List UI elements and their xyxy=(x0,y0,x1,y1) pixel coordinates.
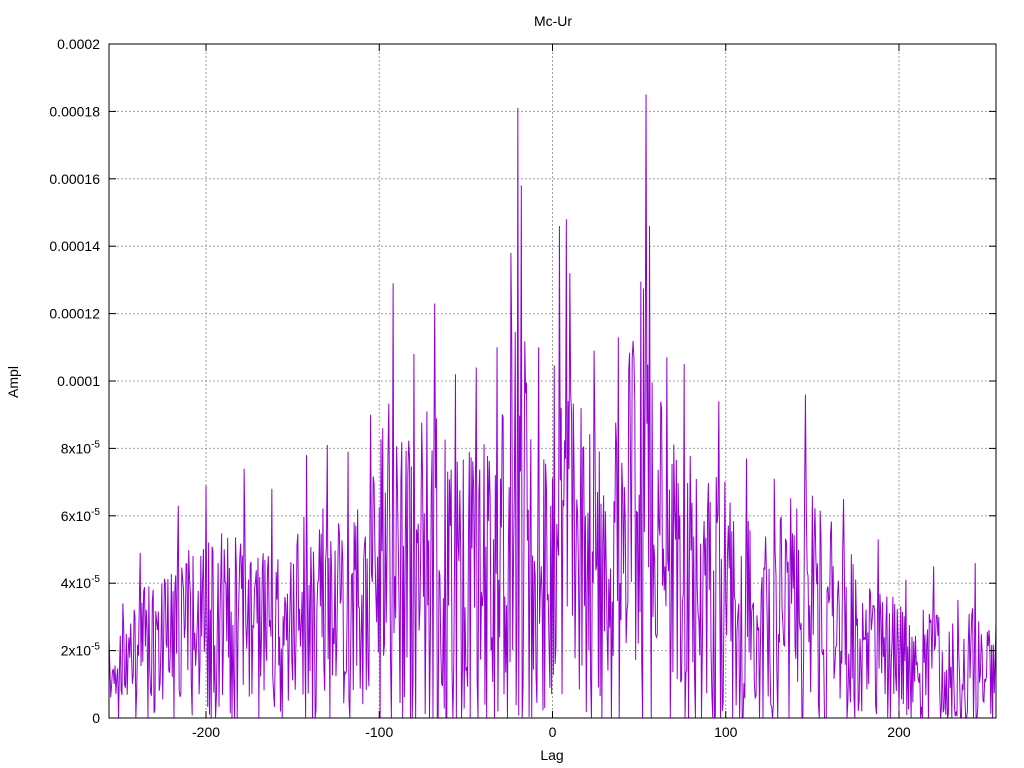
y-tick-label: 0.0002 xyxy=(57,36,100,52)
y-tick-label: 6x10-5 xyxy=(61,507,101,524)
y-tick-label: 0.00012 xyxy=(49,306,100,322)
y-tick-label: 2x10-5 xyxy=(61,642,101,659)
y-tick-label: 0.00016 xyxy=(49,171,100,187)
x-tick-label: 200 xyxy=(887,724,911,740)
x-tick-label: -100 xyxy=(365,724,393,740)
y-tick-label: 0.00014 xyxy=(49,238,100,254)
y-tick-label: 4x10-5 xyxy=(61,574,101,591)
y-tick-label: 0 xyxy=(92,710,100,726)
x-axis-label: Lag xyxy=(540,747,563,763)
chart-title: Mc-Ur xyxy=(534,13,572,29)
y-axis-label: Ampl xyxy=(5,366,21,398)
chart-svg: -200 -100 0 100 200 0 2x10-5 4x10-5 6x10-5 8x10-… xyxy=(5,13,997,763)
x-tick-label: -200 xyxy=(192,724,220,740)
x-tick-label: 100 xyxy=(714,724,738,740)
y-tick-label: 0.0001 xyxy=(57,373,100,389)
x-tick-label: 0 xyxy=(549,724,557,740)
x-tick-labels: -200 -100 0 100 200 xyxy=(192,724,911,740)
y-tick-label: 8x10-5 xyxy=(61,439,101,456)
y-tick-labels: 0 2x10-5 4x10-5 6x10-5 8x10-5 0.0001 0.00012 0.… xyxy=(49,36,100,726)
y-tick-label: 0.00018 xyxy=(49,103,100,119)
